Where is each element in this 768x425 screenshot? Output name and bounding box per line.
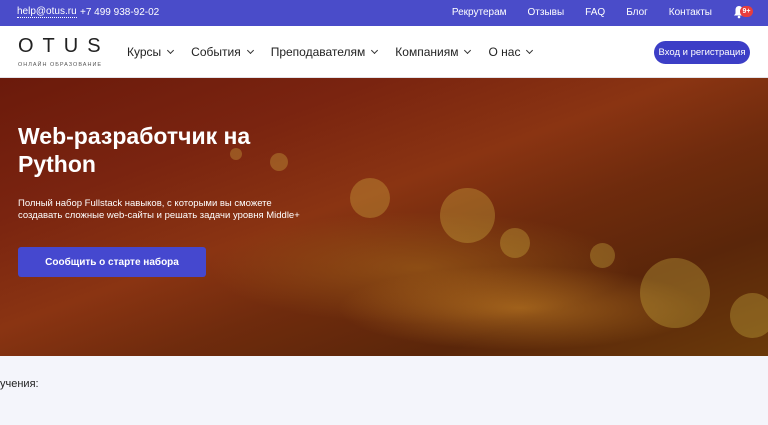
nav-item-courses[interactable]: Курсы: [127, 45, 175, 59]
phone-link[interactable]: +7 499 938-92-02: [80, 7, 159, 18]
bokeh-decoration: [590, 243, 615, 268]
nav-item-label: О нас: [488, 45, 521, 59]
hero-banner: Web-разработчик на Python Полный набор F…: [0, 78, 768, 356]
bokeh-decoration: [500, 228, 530, 258]
top-link-faq[interactable]: FAQ: [585, 7, 605, 18]
course-description: Полный набор Fullstack навыков, с которы…: [18, 198, 300, 221]
nav-item-teachers[interactable]: Преподавателям: [270, 45, 379, 59]
top-link-recruiters[interactable]: Рекрутерам: [452, 7, 507, 18]
notifications-badge: 9+: [740, 6, 753, 17]
bokeh-decoration: [440, 188, 495, 243]
notify-start-button[interactable]: Сообщить о старте набора: [18, 247, 206, 277]
chevron-down-icon: [371, 46, 379, 55]
otus-logo[interactable]: OTUS ОНЛАЙН ОБРАЗОВАНИЕ: [18, 36, 108, 70]
nav-menu: Курсы События Преподавателям Компаниям О…: [127, 45, 550, 59]
top-link-reviews[interactable]: Отзывы: [528, 7, 565, 18]
top-bar: help@otus.ru +7 499 938-92-02 Рекрутерам…: [0, 0, 768, 26]
nav-item-label: Преподавателям: [270, 45, 366, 59]
bokeh-decoration: [350, 178, 390, 218]
chevron-down-icon: [526, 46, 534, 55]
chevron-down-icon: [246, 46, 254, 55]
bokeh-decoration: [730, 293, 768, 338]
top-link-blog[interactable]: Блог: [626, 7, 648, 18]
top-links: Рекрутерам Отзывы FAQ Блог Контакты: [431, 7, 712, 18]
nav-item-label: Курсы: [127, 45, 162, 59]
main-navigation: OTUS ОНЛАЙН ОБРАЗОВАНИЕ Курсы События Пр…: [0, 26, 768, 78]
top-link-contacts[interactable]: Контакты: [669, 7, 712, 18]
section-heading: учения:: [0, 378, 39, 390]
nav-item-label: События: [191, 45, 241, 59]
nav-item-about[interactable]: О нас: [488, 45, 534, 59]
course-title: Web-разработчик на Python: [18, 123, 251, 177]
nav-item-events[interactable]: События: [191, 45, 254, 59]
chevron-down-icon: [464, 46, 472, 55]
chevron-down-icon: [167, 46, 175, 55]
nav-item-label: Компаниям: [395, 45, 459, 59]
logo-word: OTUS: [18, 35, 110, 57]
logo-tagline: ОНЛАЙН ОБРАЗОВАНИЕ: [18, 62, 103, 68]
login-register-button[interactable]: Вход и регистрация: [654, 41, 750, 64]
nav-item-companies[interactable]: Компаниям: [395, 45, 472, 59]
support-email-link[interactable]: help@otus.ru: [17, 6, 77, 18]
bokeh-decoration: [640, 258, 710, 328]
